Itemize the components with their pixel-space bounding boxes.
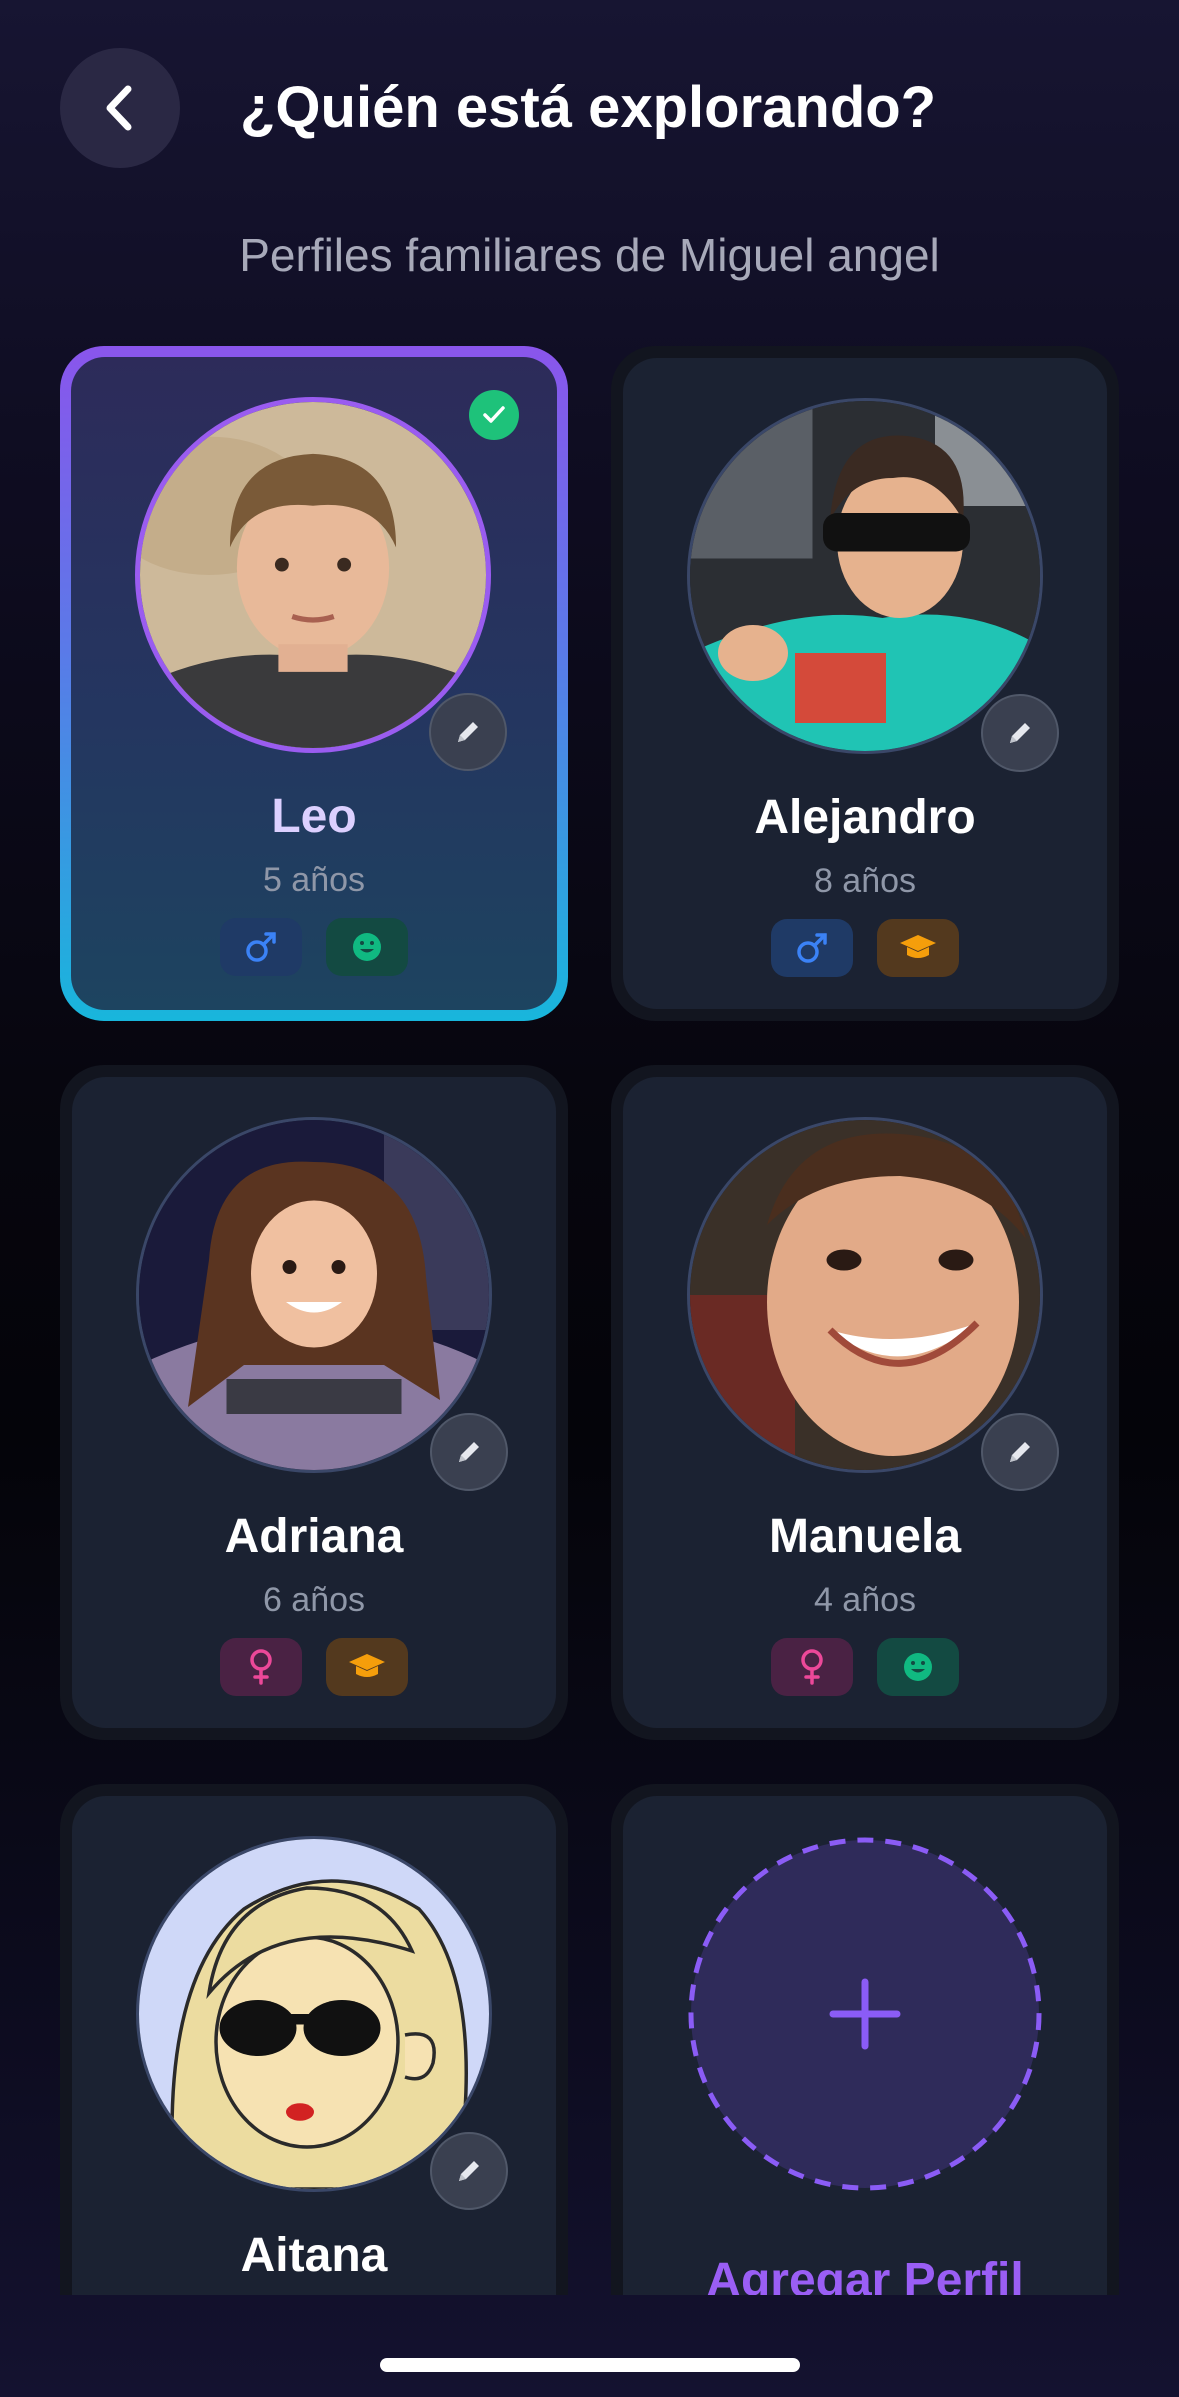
- happy-face-icon: [904, 1653, 932, 1681]
- pencil-icon: [458, 722, 478, 742]
- male-icon: [246, 932, 276, 962]
- profile-card-leo[interactable]: Leo 5 años: [60, 346, 568, 1021]
- happy-badge: [326, 918, 408, 976]
- profiles-grid: Leo 5 años Alejandro 8 años Adriana 6 añ…: [0, 340, 1179, 2295]
- male-badge: [220, 918, 302, 976]
- page-subtitle: Perfiles familiares de Miguel angel: [239, 229, 940, 281]
- graduation-cap-icon: [349, 1654, 385, 1677]
- profile-name: Aitana: [240, 2229, 388, 2282]
- school-badge: [877, 919, 959, 977]
- profile-card-aitana[interactable]: Aitana: [60, 1784, 568, 2295]
- edit-profile-button[interactable]: [429, 693, 507, 771]
- profile-name: Alejandro: [754, 791, 976, 844]
- school-badge: [326, 1638, 408, 1696]
- pencil-icon: [1010, 723, 1030, 743]
- profile-card-adriana[interactable]: Adriana 6 años: [60, 1065, 568, 1740]
- profile-age: 8 años: [813, 862, 917, 900]
- edit-profile-button[interactable]: [981, 694, 1059, 772]
- avatar: [687, 1117, 1043, 1473]
- avatar: [687, 398, 1043, 754]
- graduation-cap-icon: [900, 935, 936, 958]
- edit-profile-button[interactable]: [430, 2132, 508, 2210]
- edit-profile-button[interactable]: [981, 1413, 1059, 1491]
- male-icon: [797, 933, 827, 963]
- female-icon: [250, 1649, 272, 1685]
- edit-profile-button[interactable]: [430, 1413, 508, 1491]
- pencil-icon: [459, 2161, 479, 2181]
- profile-card-alejandro[interactable]: Alejandro 8 años: [611, 346, 1119, 1021]
- happy-badge: [877, 1638, 959, 1696]
- selected-check-icon: [469, 390, 519, 440]
- pencil-icon: [1010, 1442, 1030, 1462]
- female-icon: [801, 1649, 823, 1685]
- avatar: [136, 1836, 492, 2192]
- add-profile-card[interactable]: Agregar Perfil: [611, 1784, 1119, 2295]
- profile-name: Manuela: [768, 1510, 962, 1563]
- page-title: ¿Quién está explorando?: [240, 75, 937, 140]
- chevron-left-icon: [106, 85, 132, 131]
- profile-age: 4 años: [813, 1581, 917, 1619]
- home-indicator[interactable]: [380, 2358, 800, 2372]
- back-button[interactable]: [60, 48, 180, 168]
- header: ¿Quién está explorando?: [0, 0, 1179, 230]
- profile-age: 6 años: [262, 1581, 366, 1619]
- add-profile-label: Agregar Perfil: [706, 2254, 1024, 2295]
- profile-name: Leo: [271, 790, 357, 843]
- female-badge: [220, 1638, 302, 1696]
- profile-name: Adriana: [224, 1510, 404, 1563]
- avatar: [135, 397, 491, 753]
- profile-age: 5 años: [262, 861, 366, 899]
- profile-card-manuela[interactable]: Manuela 4 años: [611, 1065, 1119, 1740]
- female-badge: [771, 1638, 853, 1696]
- male-badge: [771, 919, 853, 977]
- pencil-icon: [459, 1442, 479, 1462]
- avatar: [136, 1117, 492, 1473]
- add-profile-circle: [688, 1837, 1042, 2191]
- happy-face-icon: [353, 933, 381, 961]
